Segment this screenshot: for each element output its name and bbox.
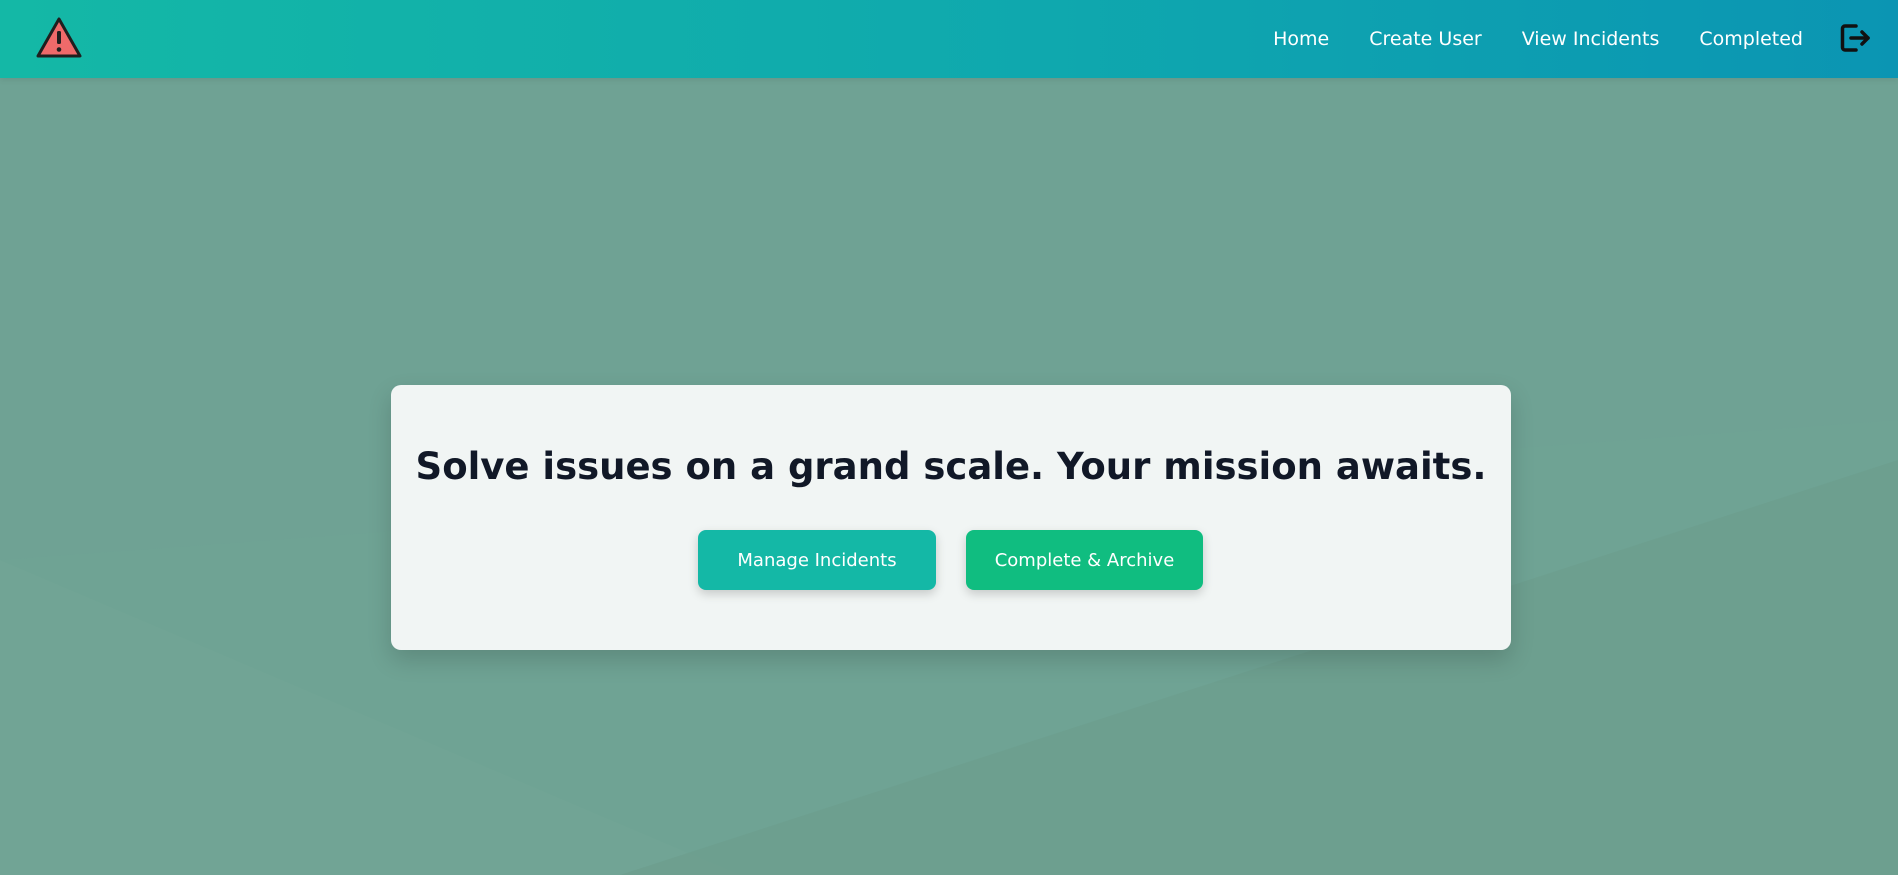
hero-title: Solve issues on a grand scale. Your miss… <box>415 445 1487 488</box>
nav-link-view-incidents[interactable]: View Incidents <box>1522 28 1660 50</box>
logout-icon[interactable] <box>1838 21 1872 55</box>
nav-links: Home Create User View Incidents Complete… <box>1273 0 1803 78</box>
warning-triangle-icon[interactable] <box>35 16 83 60</box>
nav-link-create-user[interactable]: Create User <box>1369 28 1481 50</box>
complete-archive-button[interactable]: Complete & Archive <box>966 530 1203 590</box>
nav-link-completed[interactable]: Completed <box>1699 28 1803 50</box>
manage-incidents-button[interactable]: Manage Incidents <box>698 530 936 590</box>
top-navbar: Home Create User View Incidents Complete… <box>0 0 1898 78</box>
nav-link-home[interactable]: Home <box>1273 28 1329 50</box>
hero-card: Solve issues on a grand scale. Your miss… <box>391 385 1511 650</box>
